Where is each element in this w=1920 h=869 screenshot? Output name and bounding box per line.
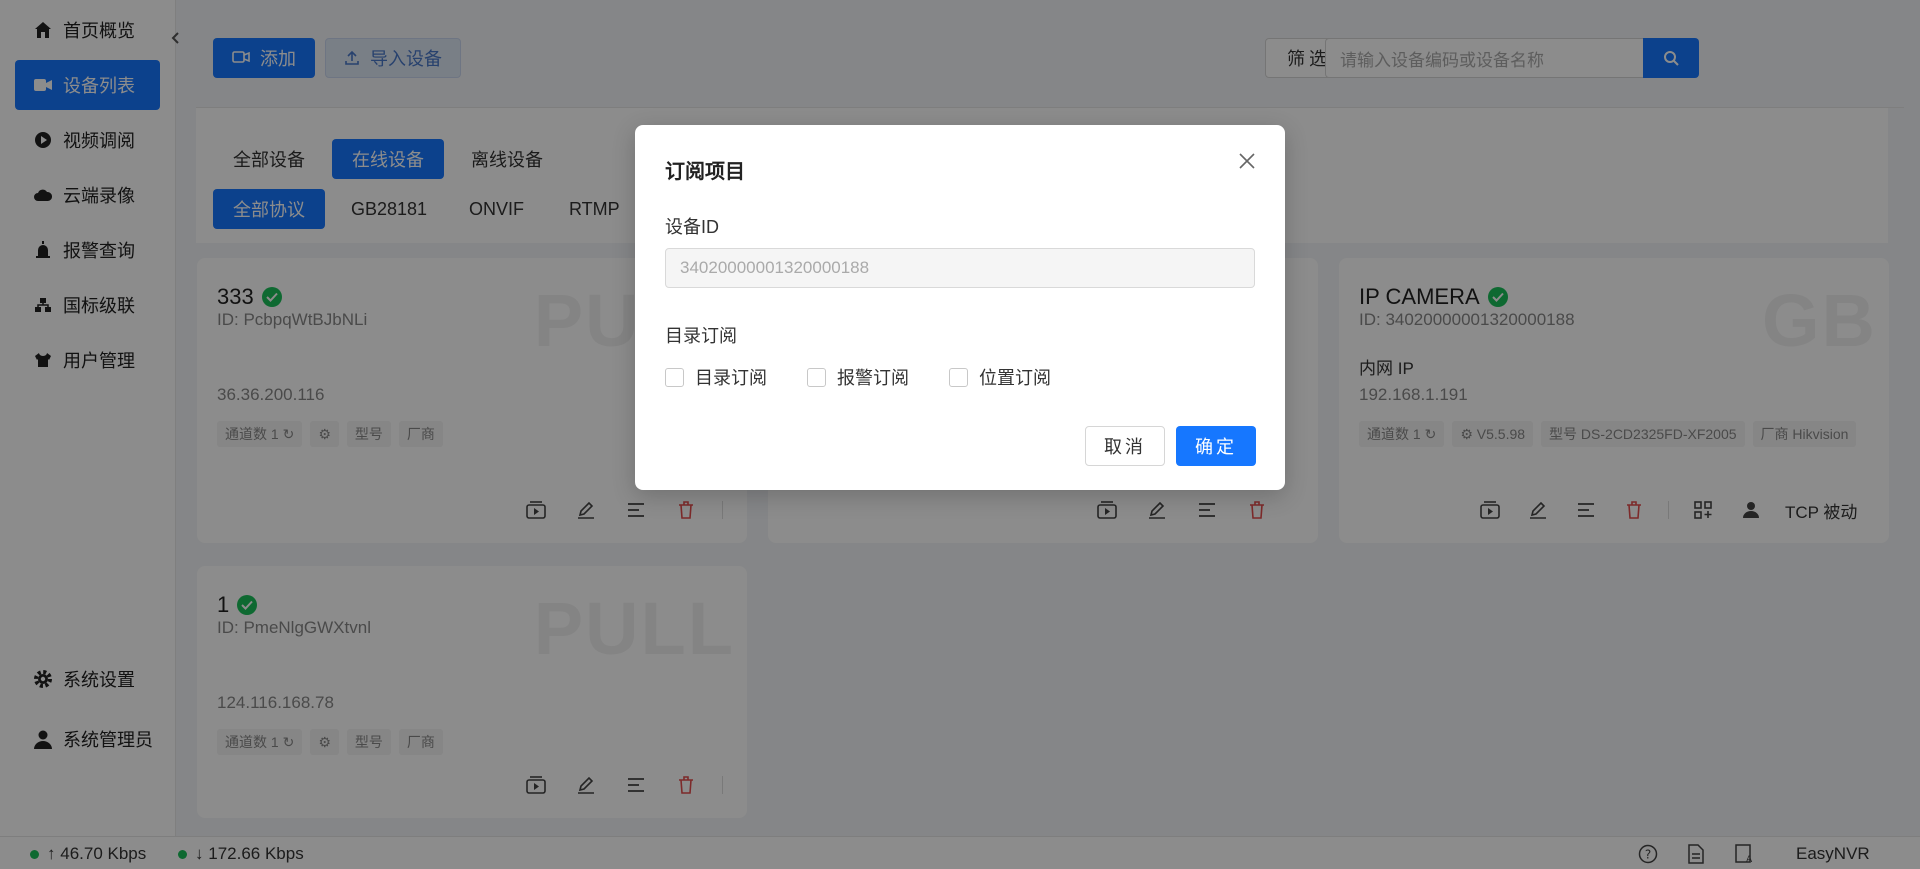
catalog-section-label: 目录订阅 [665,326,737,346]
checkbox-label: 目录订阅 [695,368,767,388]
subscribe-dialog: 订阅项目 设备ID 34020000001320000188 目录订阅 目录订阅… [635,125,1285,490]
position-subscribe-checkbox[interactable]: 位置订阅 [949,364,1051,390]
confirm-button[interactable]: 确定 [1176,426,1256,466]
device-id-label: 设备ID [665,217,719,237]
checkbox-box[interactable] [807,367,826,387]
alarm-subscribe-checkbox[interactable]: 报警订阅 [807,364,909,390]
cancel-button[interactable]: 取消 [1085,426,1165,466]
checkbox-box[interactable] [665,367,684,387]
catalog-subscribe-checkbox[interactable]: 目录订阅 [665,364,767,390]
checkbox-label: 位置订阅 [979,368,1051,388]
checkbox-label: 报警订阅 [837,368,909,388]
checkbox-box[interactable] [949,367,968,387]
subscription-options: 目录订阅 报警订阅 位置订阅 [665,364,1051,390]
device-id-input: 34020000001320000188 [665,248,1255,288]
close-button[interactable] [1235,149,1259,173]
close-icon [1238,152,1256,170]
dialog-title: 订阅项目 [665,161,745,183]
